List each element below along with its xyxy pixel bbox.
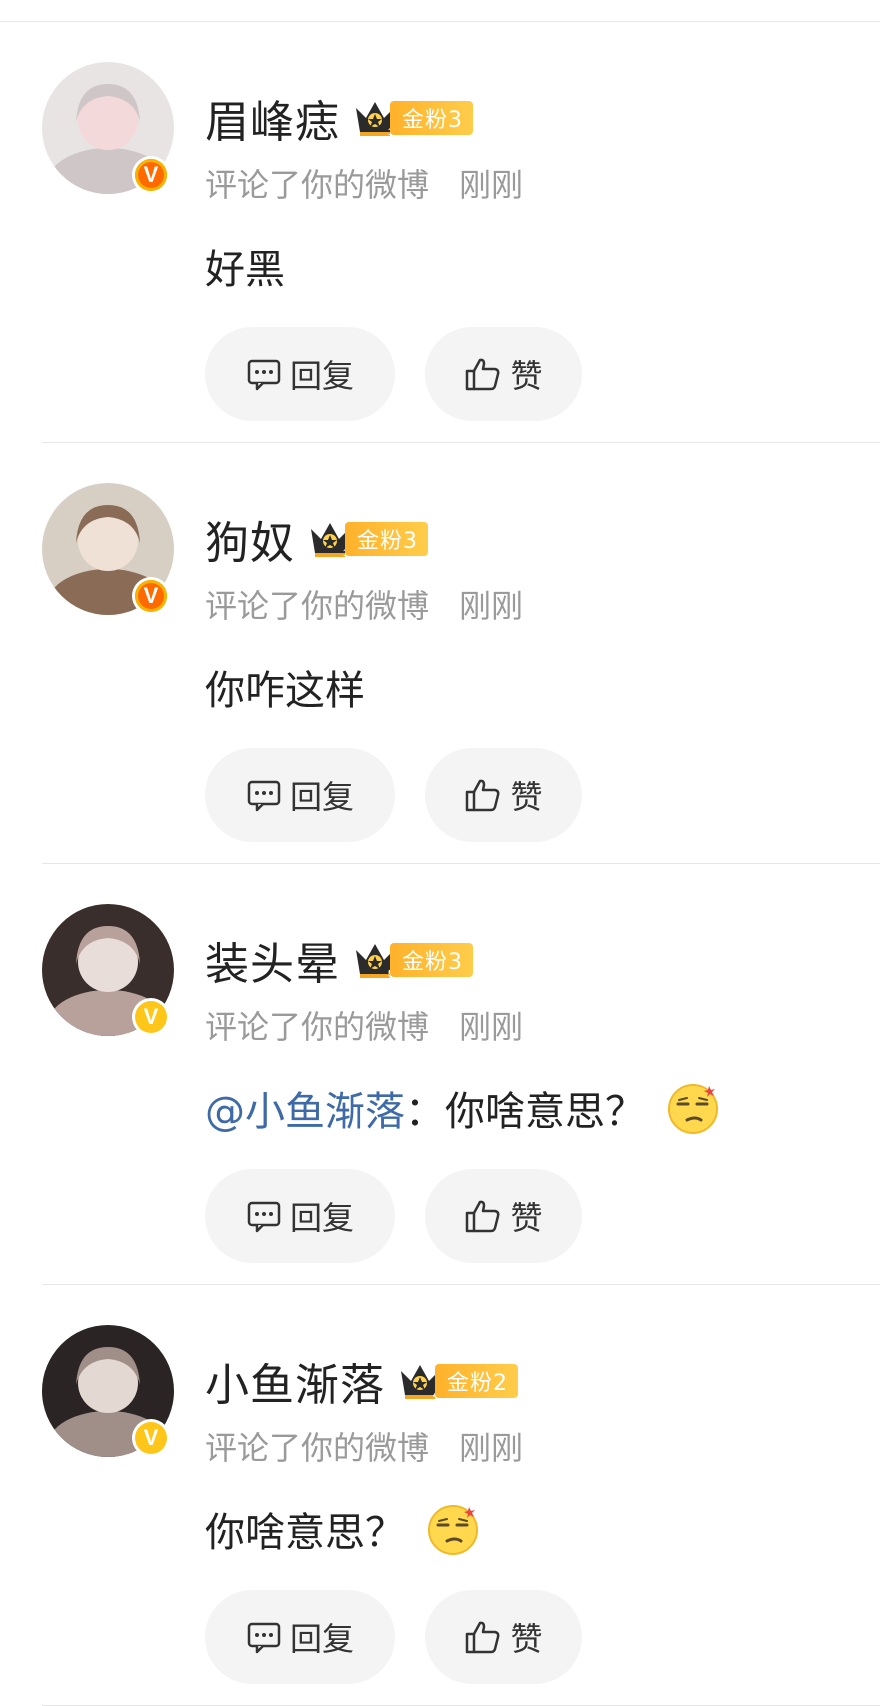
comment-icon — [247, 1201, 281, 1233]
comment-meta: 评论了你的微博 刚刚 — [205, 581, 523, 627]
notification-item[interactable]: V 装头晕 5 金粉3 评论了你的微博 刚刚 @小鱼渐落： 你啥意思？ — [0, 864, 880, 1285]
verified-v: V — [135, 1001, 167, 1033]
mention-separator: ： — [405, 1089, 445, 1135]
comment-icon — [247, 359, 281, 391]
user-name[interactable]: 小鱼渐落 — [205, 1349, 385, 1413]
reply-label: 回复 — [289, 1620, 354, 1658]
action-text: 评论了你的微博 — [205, 587, 430, 625]
thumbs-up-icon — [466, 779, 500, 812]
reply-button[interactable]: 回复 — [205, 748, 395, 842]
comment-icon — [247, 780, 281, 812]
comment-meta: 评论了你的微博 刚刚 — [205, 160, 523, 206]
fan-badge-label: 金粉3 — [345, 522, 428, 556]
like-button[interactable]: 赞 — [425, 748, 582, 842]
comment-icon — [247, 1622, 281, 1654]
fan-badge-label: 金粉3 — [390, 101, 473, 135]
action-text: 评论了你的微博 — [205, 1429, 430, 1467]
verified-badge-icon: V — [132, 577, 170, 615]
user-name[interactable]: 装头晕 — [205, 928, 340, 992]
comment-content[interactable]: 好黑 — [205, 237, 285, 295]
name-row: 眉峰痣 1 金粉3 — [205, 90, 473, 148]
comment-content[interactable]: 你咋这样 — [205, 658, 365, 716]
reply-button[interactable]: 回复 — [205, 1169, 395, 1263]
reply-button[interactable]: 回复 — [205, 1590, 395, 1684]
user-name[interactable]: 狗奴 — [205, 507, 295, 571]
reply-label: 回复 — [289, 357, 354, 395]
reply-button[interactable]: 回复 — [205, 327, 395, 421]
fan-badge-label: 金粉3 — [390, 943, 473, 977]
timestamp: 刚刚 — [459, 1429, 524, 1467]
like-label: 赞 — [510, 1620, 543, 1658]
thumbs-up-icon — [466, 1200, 500, 1233]
notification-item[interactable]: V 小鱼渐落 4 金粉2 评论了你的微博 刚刚 你啥意思？ — [0, 1285, 880, 1706]
comment-meta: 评论了你的微博 刚刚 — [205, 1002, 523, 1048]
fan-level-badge[interactable]: 1 金粉3 — [307, 519, 428, 559]
fan-badge-label: 金粉2 — [435, 1364, 518, 1398]
notification-item[interactable]: V 狗奴 1 金粉3 评论了你的微博 刚刚 你咋这样 — [0, 443, 880, 864]
like-label: 赞 — [510, 357, 543, 395]
like-button[interactable]: 赞 — [425, 1169, 582, 1263]
comment-content[interactable]: @小鱼渐落： 你啥意思？ — [205, 1079, 721, 1137]
fan-level-badge[interactable]: 5 金粉3 — [352, 940, 473, 980]
comment-text: 你咋这样 — [205, 668, 365, 714]
notification-item[interactable]: V 眉峰痣 1 金粉3 评论了你的微博 刚刚 好黑 — [0, 22, 880, 443]
action-text: 评论了你的微博 — [205, 1008, 430, 1046]
timestamp: 刚刚 — [459, 587, 524, 625]
name-row: 狗奴 1 金粉3 — [205, 511, 428, 569]
reply-label: 回复 — [289, 1199, 354, 1237]
thumbs-up-icon — [466, 358, 500, 391]
timestamp: 刚刚 — [459, 166, 524, 204]
comment-meta: 评论了你的微博 刚刚 — [205, 1423, 523, 1469]
user-name[interactable]: 眉峰痣 — [205, 86, 340, 150]
verified-v: V — [135, 580, 167, 612]
verified-badge-icon: V — [132, 156, 170, 194]
timestamp: 刚刚 — [459, 1008, 524, 1046]
fan-level-badge[interactable]: 1 金粉3 — [352, 98, 473, 138]
comment-content[interactable]: 你啥意思？ — [205, 1500, 481, 1558]
smirk-emoji-icon — [428, 1505, 478, 1555]
name-row: 小鱼渐落 4 金粉2 — [205, 1353, 518, 1411]
verified-badge-icon: V — [132, 1419, 170, 1457]
reply-label: 回复 — [289, 778, 354, 816]
like-label: 赞 — [510, 1199, 543, 1237]
comment-text: 你啥意思？ — [445, 1089, 645, 1135]
verified-v: V — [135, 1422, 167, 1454]
verified-v: V — [135, 159, 167, 191]
like-label: 赞 — [510, 778, 543, 816]
like-button[interactable]: 赞 — [425, 327, 582, 421]
action-text: 评论了你的微博 — [205, 166, 430, 204]
thumbs-up-icon — [466, 1621, 500, 1654]
comment-text: 好黑 — [205, 247, 285, 293]
name-row: 装头晕 5 金粉3 — [205, 932, 473, 990]
mention-link[interactable]: @小鱼渐落 — [205, 1079, 405, 1137]
smirk-emoji-icon — [668, 1084, 718, 1134]
like-button[interactable]: 赞 — [425, 1590, 582, 1684]
verified-badge-icon: V — [132, 998, 170, 1036]
fan-level-badge[interactable]: 4 金粉2 — [397, 1361, 518, 1401]
comment-text: 你啥意思？ — [205, 1510, 405, 1556]
